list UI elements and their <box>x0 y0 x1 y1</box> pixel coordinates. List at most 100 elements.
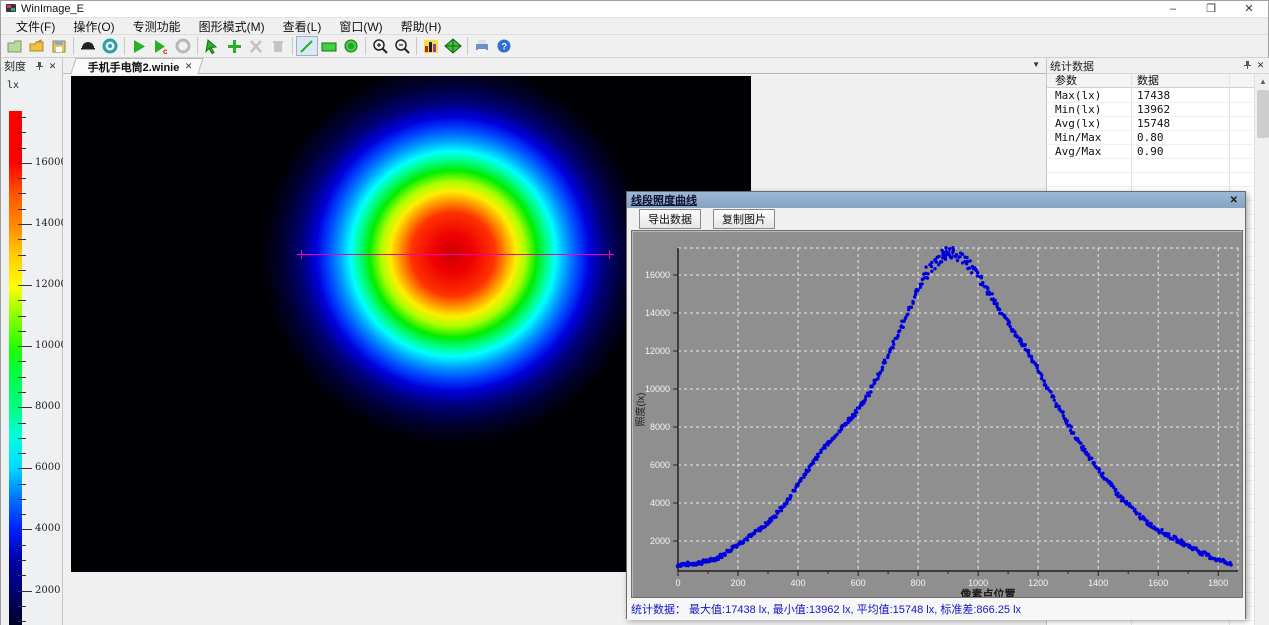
save-icon[interactable] <box>48 36 70 56</box>
pin-icon[interactable] <box>33 61 46 72</box>
cursor-icon[interactable] <box>201 36 223 56</box>
svg-text:1400: 1400 <box>1088 578 1108 588</box>
scale-minor-tick <box>18 209 26 210</box>
minimize-button[interactable]: – <box>1154 1 1192 18</box>
open-file-icon[interactable] <box>4 36 26 56</box>
scale-minor-tick <box>18 423 26 424</box>
menu-item-window[interactable]: 窗口(W) <box>330 17 391 36</box>
scale-minor-tick <box>18 453 26 454</box>
open-folder-icon[interactable] <box>26 36 48 56</box>
rect-tool-icon[interactable] <box>318 36 340 56</box>
scale-major-tick <box>18 285 32 286</box>
zoom-in-icon[interactable] <box>369 36 391 56</box>
stat-param: Max(lx) <box>1055 89 1101 103</box>
zoom-out-icon[interactable] <box>391 36 413 56</box>
toolbar-separator <box>124 37 125 55</box>
close-icon[interactable]: ✕ <box>1254 60 1267 71</box>
stat-value: 13962 <box>1137 103 1170 117</box>
menu-item-graph-mode[interactable]: 图形模式(M) <box>190 17 274 36</box>
scroll-thumb[interactable] <box>1257 90 1269 138</box>
scale-tick-label: 4000 <box>35 523 60 534</box>
scale-minor-tick <box>18 316 26 317</box>
stats-scrollbar[interactable]: ▲ <box>1254 74 1269 625</box>
stat-param: Min/Max <box>1055 131 1101 145</box>
table-row[interactable]: Avg(lx)15748 <box>1047 117 1254 131</box>
toolbar: c? <box>1 35 1268 58</box>
toolbar-separator <box>365 37 366 55</box>
print-icon[interactable] <box>471 36 493 56</box>
stat-param: Avg(lx) <box>1055 117 1101 131</box>
svg-text:14000: 14000 <box>645 308 670 318</box>
stats-panel-title: 统计数据 <box>1050 58 1241 74</box>
table-row[interactable]: 参数 数据 <box>1047 74 1254 88</box>
curve-window-title: 线段照度曲线 <box>631 192 1227 208</box>
curve-window-titlebar[interactable]: 线段照度曲线 ✕ <box>627 192 1245 208</box>
tab-close-icon[interactable]: ✕ <box>185 61 193 72</box>
measure-cross-right[interactable] <box>605 250 614 259</box>
stat-value: 17438 <box>1137 89 1170 103</box>
measure-line[interactable] <box>301 254 609 255</box>
circle-tool-icon[interactable] <box>340 36 362 56</box>
menubar: 文件(F)操作(O)专测功能图形模式(M)查看(L)窗口(W)帮助(H) <box>1 18 1268 35</box>
scale-minor-tick <box>18 392 26 393</box>
svg-text:?: ? <box>502 41 508 51</box>
trash-icon[interactable] <box>267 36 289 56</box>
curve-window-toolbar: 导出数据复制图片 <box>627 208 1245 230</box>
menu-item-view[interactable]: 查看(L) <box>274 17 331 36</box>
scale-minor-tick <box>18 255 26 256</box>
add-cross-icon[interactable] <box>223 36 245 56</box>
menu-item-help[interactable]: 帮助(H) <box>392 17 451 36</box>
scale-minor-tick <box>18 377 26 378</box>
close-button[interactable]: ✕ <box>1230 1 1268 18</box>
histogram-icon[interactable] <box>420 36 442 56</box>
svg-text:6000: 6000 <box>650 460 670 470</box>
scale-minor-tick <box>18 484 26 485</box>
scale-minor-tick <box>18 300 26 301</box>
curve-window-close-icon[interactable]: ✕ <box>1227 195 1241 206</box>
table-row[interactable]: Min/Max0.80 <box>1047 131 1254 145</box>
play-icon[interactable] <box>128 36 150 56</box>
help-icon[interactable]: ? <box>493 36 515 56</box>
scale-minor-tick <box>18 148 26 149</box>
toolbar-separator <box>467 37 468 55</box>
measure-cross-left[interactable] <box>297 250 306 259</box>
tab-dropdown-icon[interactable]: ▼ <box>1032 60 1040 69</box>
delete-icon[interactable] <box>245 36 267 56</box>
scale-minor-tick <box>18 575 26 576</box>
play-continuous-icon[interactable]: c <box>150 36 172 56</box>
menu-item-special-measure[interactable]: 专测功能 <box>124 17 190 36</box>
app-icon <box>5 2 17 17</box>
menu-item-file[interactable]: 文件(F) <box>7 17 64 36</box>
line-tool-icon[interactable] <box>296 36 318 56</box>
close-icon[interactable]: ✕ <box>46 61 59 72</box>
diamond-grid-icon[interactable] <box>442 36 464 56</box>
stat-param: Min(lx) <box>1055 103 1101 117</box>
shade-icon[interactable] <box>77 36 99 56</box>
scale-minor-tick <box>18 178 26 179</box>
scale-major-tick <box>18 407 32 408</box>
svg-text:600: 600 <box>851 578 866 588</box>
pin-icon[interactable] <box>1241 60 1254 71</box>
menu-item-operate[interactable]: 操作(O) <box>64 17 123 36</box>
tab-active-document[interactable]: 手机手电筒2.winie ✕ <box>70 58 203 74</box>
svg-text:c: c <box>163 47 168 55</box>
scale-minor-tick <box>18 239 26 240</box>
scale-minor-tick <box>18 117 26 118</box>
scale-minor-tick <box>18 621 26 622</box>
table-row[interactable]: Min(lx) 13962 <box>1047 103 1254 117</box>
copy-image-button[interactable]: 复制图片 <box>713 209 775 229</box>
stop-icon[interactable] <box>172 36 194 56</box>
export-data-button[interactable]: 导出数据 <box>639 209 701 229</box>
svg-text:400: 400 <box>790 578 805 588</box>
table-row[interactable]: Avg/Max0.90 <box>1047 145 1254 159</box>
table-row[interactable] <box>1047 159 1254 173</box>
stat-value: 数据 <box>1137 74 1159 88</box>
table-row[interactable]: Max(lx) 17438 <box>1047 89 1254 103</box>
svg-text:12000: 12000 <box>645 346 670 356</box>
svg-text:1600: 1600 <box>1148 578 1168 588</box>
scroll-up-icon[interactable]: ▲ <box>1255 74 1269 89</box>
table-row[interactable] <box>1047 173 1254 187</box>
gear-icon[interactable] <box>99 36 121 56</box>
stat-param: 参数 <box>1055 74 1077 88</box>
restore-button[interactable]: ❐ <box>1192 1 1230 18</box>
